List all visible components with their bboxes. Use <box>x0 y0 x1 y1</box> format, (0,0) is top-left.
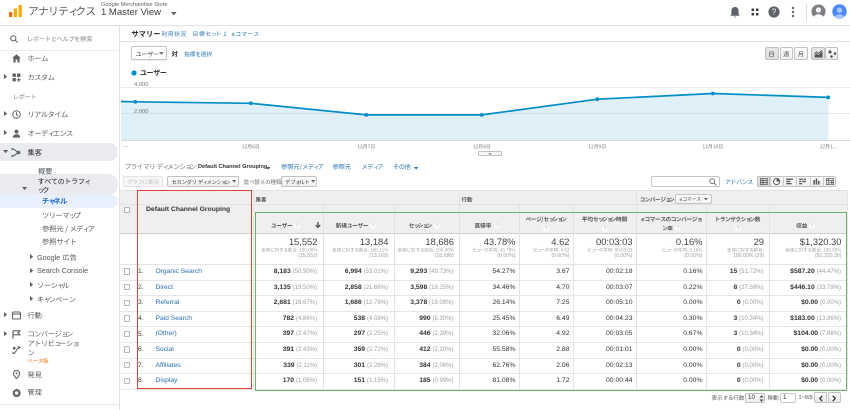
svg-text:?: ? <box>772 7 777 16</box>
